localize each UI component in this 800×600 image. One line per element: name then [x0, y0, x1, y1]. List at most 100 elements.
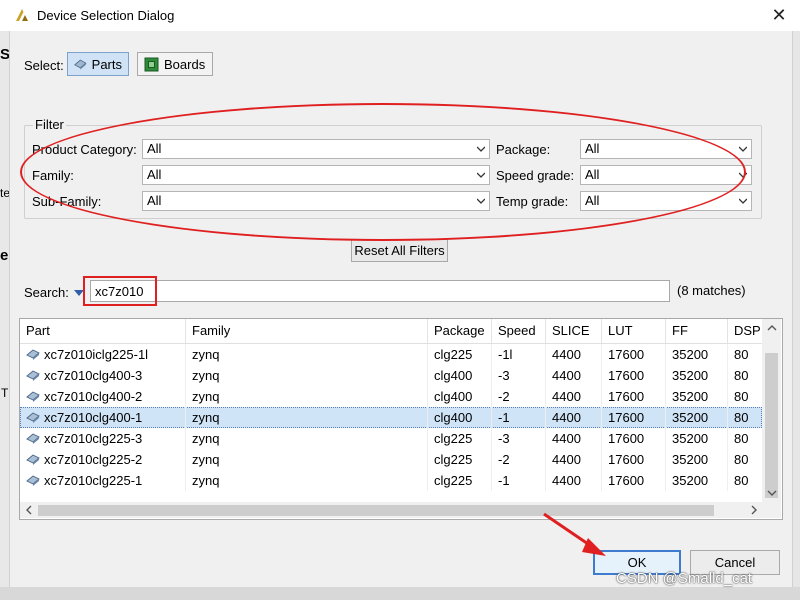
- cell-family: zynq: [186, 470, 428, 491]
- cell-ff: 35200: [666, 344, 728, 365]
- column-header-lut[interactable]: LUT: [602, 319, 666, 343]
- cell-package: clg400: [428, 407, 492, 428]
- background-app-left: [0, 31, 9, 600]
- column-header-part[interactable]: Part: [20, 319, 186, 343]
- column-header-speed[interactable]: Speed: [492, 319, 546, 343]
- cell-family: zynq: [186, 344, 428, 365]
- cell-ff: 35200: [666, 449, 728, 470]
- cell-slice: 4400: [546, 407, 602, 428]
- part-name: xc7z010clg225-1: [44, 473, 143, 488]
- table-row[interactable]: xc7z010clg400-3 zynq clg400 -3 4400 17600 3520…: [20, 365, 762, 386]
- cell-part: xc7z010clg400-3: [20, 365, 186, 386]
- horizontal-scroll-thumb[interactable]: [38, 505, 714, 516]
- cell-dsp: 80: [734, 368, 749, 383]
- table-row[interactable]: xc7z010clg400-1 zynq clg400 -1 4400 17600 3520…: [20, 407, 762, 428]
- part-chip-icon: [26, 349, 40, 360]
- table-row[interactable]: xc7z010clg225-3 zynq clg225 -3 4400 17600 3520…: [20, 428, 762, 449]
- column-header-slice[interactable]: SLICE: [546, 319, 602, 343]
- cell-lut: 17600: [602, 344, 666, 365]
- match-count: (8 matches): [677, 283, 746, 298]
- cell-dsp: 80: [734, 410, 749, 425]
- cell-ff: 35200: [666, 407, 728, 428]
- select-label: Select:: [24, 58, 64, 73]
- table-row[interactable]: xc7z010clg225-1 zynq clg225 -1 4400 17600 3520…: [20, 470, 762, 491]
- table-header: Part Family Package Speed SLICE LUT FF D…: [20, 319, 762, 344]
- part-chip-icon: [26, 475, 40, 486]
- part-name: xc7z010iclg225-1l: [44, 347, 149, 362]
- cell-part: xc7z010clg225-1: [20, 470, 186, 491]
- annotation-ellipse: [20, 103, 746, 241]
- background-text-low: T: [1, 386, 9, 400]
- cell-package: clg225: [428, 344, 492, 365]
- cell-dsp: 80: [734, 452, 749, 467]
- chip-icon: [74, 59, 87, 70]
- cell-lut: 17600: [602, 407, 666, 428]
- parts-toggle-label: Parts: [91, 56, 122, 72]
- cell-lut: 17600: [602, 470, 666, 491]
- table-row[interactable]: xc7z010iclg225-1l zynq clg225 -1l 4400 17600 3…: [20, 344, 762, 365]
- part-chip-icon: [26, 412, 40, 423]
- background-text-top: St: [0, 46, 9, 63]
- cell-ff: 35200: [666, 386, 728, 407]
- cell-ff: 35200: [666, 470, 728, 491]
- cell-dsp: 80: [734, 389, 749, 404]
- cell-part: xc7z010iclg225-1l: [20, 344, 186, 365]
- cell-package: clg400: [428, 386, 492, 407]
- filter-title: Filter: [33, 117, 66, 132]
- part-name: xc7z010clg225-3: [44, 431, 143, 446]
- background-text-side: te: [0, 186, 9, 200]
- cell-family: zynq: [186, 407, 428, 428]
- cell-speed: -1l: [492, 344, 546, 365]
- cell-dsp: 80: [734, 431, 749, 446]
- cell-package: clg225: [428, 470, 492, 491]
- parts-toggle-button[interactable]: Parts: [67, 52, 129, 76]
- cell-package: clg400: [428, 365, 492, 386]
- cell-part: xc7z010clg400-2: [20, 386, 186, 407]
- search-input[interactable]: [90, 280, 670, 302]
- cell-speed: -2: [492, 449, 546, 470]
- column-header-family[interactable]: Family: [186, 319, 428, 343]
- cell-ff: 35200: [666, 428, 728, 449]
- cell-speed: -1: [492, 470, 546, 491]
- cell-part: xc7z010clg225-3: [20, 428, 186, 449]
- boards-toggle-label: Boards: [164, 56, 206, 72]
- scroll-left-icon[interactable]: [24, 505, 34, 515]
- cell-dsp: 80: [734, 473, 749, 488]
- column-header-ff[interactable]: FF: [666, 319, 728, 343]
- reset-filters-button[interactable]: Reset All Filters: [351, 239, 448, 262]
- part-chip-icon: [26, 370, 40, 381]
- search-label: Search:: [24, 285, 69, 300]
- cell-speed: -3: [492, 365, 546, 386]
- part-name: xc7z010clg400-2: [44, 389, 143, 404]
- cell-family: zynq: [186, 365, 428, 386]
- scroll-up-icon[interactable]: [767, 323, 777, 333]
- part-chip-icon: [26, 433, 40, 444]
- parts-table: Part Family Package Speed SLICE LUT FF D…: [19, 318, 783, 520]
- column-header-dsp[interactable]: DSP: [728, 319, 762, 343]
- cell-slice: 4400: [546, 386, 602, 407]
- cell-speed: -1: [492, 407, 546, 428]
- scroll-right-icon[interactable]: [749, 505, 759, 515]
- vertical-scroll-thumb[interactable]: [765, 353, 778, 498]
- cell-speed: -3: [492, 428, 546, 449]
- cell-part: xc7z010clg225-2: [20, 449, 186, 470]
- annotation-arrow: [543, 512, 606, 556]
- boards-toggle-button[interactable]: Boards: [137, 52, 213, 76]
- cell-dsp: 80: [734, 347, 749, 362]
- scroll-down-icon[interactable]: [767, 488, 777, 498]
- background-app-bottom: [0, 587, 800, 600]
- part-chip-icon: [26, 391, 40, 402]
- vivado-logo-icon: [16, 9, 28, 21]
- cell-family: zynq: [186, 428, 428, 449]
- table-row[interactable]: xc7z010clg225-2 zynq clg225 -2 4400 17600 3520…: [20, 449, 762, 470]
- cell-slice: 4400: [546, 470, 602, 491]
- cell-part: xc7z010clg400-1: [20, 407, 186, 428]
- close-icon[interactable]: ✕: [768, 4, 790, 26]
- annotation-rectangle: [83, 276, 157, 306]
- table-row[interactable]: xc7z010clg400-2 zynq clg400 -2 4400 17600 3520…: [20, 386, 762, 407]
- column-header-package[interactable]: Package: [428, 319, 492, 343]
- cell-package: clg225: [428, 428, 492, 449]
- cell-speed: -2: [492, 386, 546, 407]
- chevron-down-icon: [739, 198, 747, 204]
- cell-lut: 17600: [602, 365, 666, 386]
